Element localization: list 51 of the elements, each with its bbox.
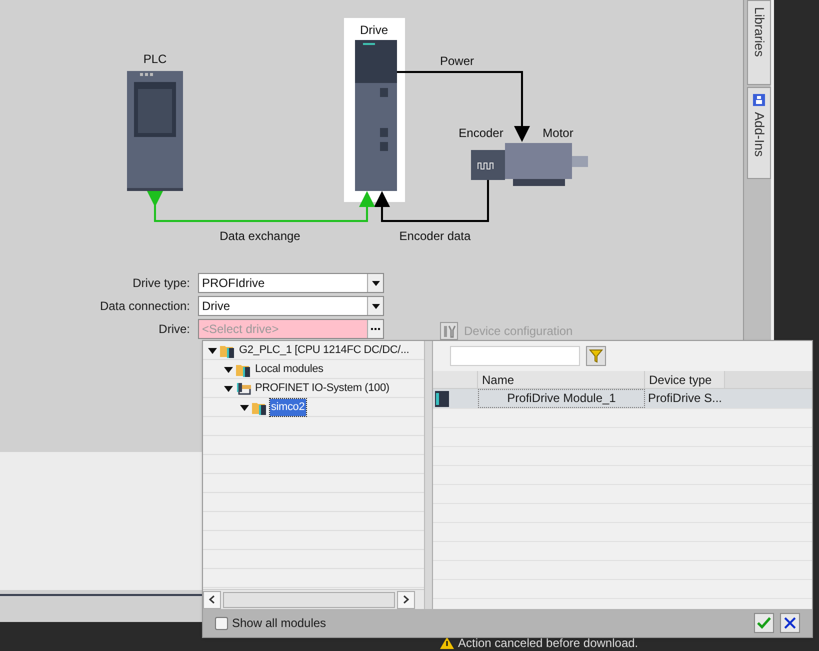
field-label: Drive type: <box>132 275 190 292</box>
funnel-icon <box>589 349 603 363</box>
scrollbar-thumb[interactable] <box>223 592 395 608</box>
motor-label: Motor <box>542 126 574 140</box>
encoder-data-label: Encoder data <box>399 229 471 243</box>
table-row[interactable]: ProfiDrive Module_1 ProfiDrive S... <box>433 389 812 408</box>
collapse-toggle[interactable] <box>222 366 234 372</box>
status-message: Action canceled before download. <box>458 636 638 650</box>
chevron-left-icon <box>209 595 215 604</box>
dropdown-field[interactable]: Drive <box>198 296 384 316</box>
power-label: Power <box>440 54 474 68</box>
folder-device-icon <box>236 362 252 376</box>
checkbox[interactable] <box>215 616 228 630</box>
tree-item[interactable]: G2_PLC_1 [CPU 1214FC DC/DC/... <box>238 342 410 359</box>
drive-label: Drive <box>360 23 388 37</box>
checkmark-icon <box>757 617 771 629</box>
filter-field[interactable] <box>450 346 580 366</box>
ellipsis-icon <box>371 328 380 330</box>
tree-item[interactable]: simco2 <box>270 399 306 416</box>
module-icon <box>435 390 449 406</box>
collapse-toggle[interactable] <box>238 404 250 410</box>
tree-item[interactable]: Local modules <box>254 361 324 378</box>
field-label: Data connection: <box>98 298 190 315</box>
network-icon <box>236 382 252 396</box>
caret-icon <box>372 304 380 308</box>
folder-device-icon <box>220 344 236 358</box>
side-tab[interactable]: Libraries <box>747 0 771 85</box>
collapse-toggle[interactable] <box>206 348 218 354</box>
encoder-drawing <box>471 150 505 180</box>
confirm-button[interactable] <box>754 613 774 633</box>
tree-item[interactable]: PROFINET IO-System (100) <box>254 380 390 397</box>
caret-icon <box>372 280 380 286</box>
side-tab[interactable]: Add-Ins <box>747 87 771 179</box>
encoder-label: Encoder <box>458 126 504 140</box>
plc-label: PLC <box>143 52 167 66</box>
filter-button[interactable] <box>586 346 606 366</box>
table-cell: ProfiDrive Module_1 <box>478 389 645 408</box>
scroll-right-button[interactable] <box>397 590 415 608</box>
data-exchange-label: Data exchange <box>220 229 300 243</box>
chevron-right-icon <box>403 595 409 604</box>
close-button[interactable] <box>780 613 800 633</box>
column-header[interactable]: Name <box>478 371 645 388</box>
field-label: Drive: <box>158 321 190 338</box>
collapse-toggle[interactable] <box>222 386 234 392</box>
checkbox-label: Show all modules <box>232 615 326 632</box>
dropdown-field[interactable]: PROFIdrive <box>198 273 384 293</box>
folder-device-icon <box>252 400 268 414</box>
scroll-left-button[interactable] <box>203 590 221 608</box>
table-cell-text: ProfiDrive S... <box>647 390 724 407</box>
close-icon <box>784 617 796 629</box>
warning-icon <box>440 637 454 649</box>
